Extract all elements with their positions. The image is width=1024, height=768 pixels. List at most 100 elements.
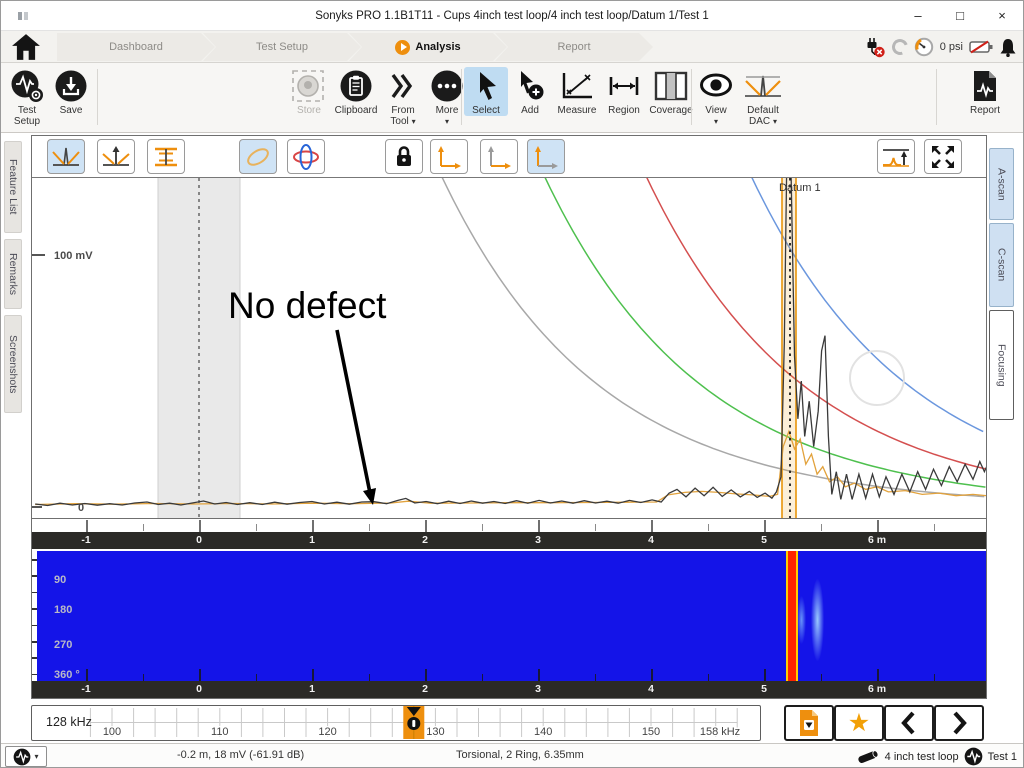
axis-tick	[143, 524, 144, 531]
test-setup-button[interactable]: Test Setup	[5, 67, 49, 127]
frequency-panel[interactable]: 128 kHz 100110120130140150158 kHz	[31, 705, 761, 741]
y-ref-label: 100 mV	[54, 250, 93, 262]
maximize-button[interactable]: □	[939, 1, 981, 31]
axis-tick	[199, 520, 201, 532]
breadcrumb-analysis[interactable]: Analysis	[349, 33, 507, 61]
loop-name: 4 inch test loop	[885, 751, 959, 763]
battery-disabled-icon[interactable]	[969, 40, 993, 54]
trace-selector-dropdown[interactable]: ▾	[5, 746, 47, 767]
fullscreen-button[interactable]	[924, 139, 962, 174]
ellipse-view-button[interactable]	[239, 139, 277, 174]
breadcrumb-label: Dashboard	[109, 41, 163, 53]
view-eye-icon	[698, 69, 734, 103]
axis-tick	[651, 520, 653, 532]
default-dac-icon	[743, 69, 783, 103]
cscan-y-tick	[32, 608, 37, 610]
cscan-x-tick	[877, 669, 879, 681]
x-axis-label: 1	[309, 683, 315, 695]
breadcrumb-test-setup[interactable]: Test Setup	[203, 33, 361, 61]
x-axis-label: 4	[648, 534, 654, 546]
sidebar-tab-feature-list[interactable]: Feature List	[4, 141, 22, 233]
close-button[interactable]: ×	[981, 1, 1023, 31]
frequency-ruler[interactable]: 100110120130140150158 kHz	[32, 706, 759, 739]
cscan-x-axis-bar: -10123456 m	[32, 681, 986, 698]
more-button[interactable]: More▾	[425, 67, 469, 127]
axis-tick	[312, 520, 314, 532]
threshold-lines-button[interactable]	[147, 139, 185, 174]
previous-button[interactable]	[884, 705, 934, 741]
sidebar-tab-remarks[interactable]: Remarks	[4, 239, 22, 309]
clipboard-button[interactable]: Clipboard	[331, 67, 381, 116]
add-label: Add	[521, 105, 539, 116]
breadcrumb-dashboard[interactable]: Dashboard	[57, 33, 215, 61]
ellipse-icon	[243, 144, 273, 170]
home-icon[interactable]	[7, 32, 45, 62]
store-button[interactable]: Store	[287, 67, 331, 116]
favorite-button[interactable]: ★	[834, 705, 884, 741]
report-button[interactable]: Report	[963, 67, 1007, 116]
peak-tracking-button[interactable]	[877, 139, 915, 174]
cscan-x-tick	[595, 674, 596, 681]
dac-scale-button[interactable]	[97, 139, 135, 174]
toolbar-separator	[97, 69, 98, 125]
freq-tick-label: 130	[426, 726, 444, 738]
orbit-view-button[interactable]	[287, 139, 325, 174]
tab-a-scan[interactable]: A-scan	[989, 148, 1014, 220]
toolbar-group-view: View▾ Default DAC ▾	[694, 67, 788, 127]
pressure-gauge-icon[interactable]	[914, 37, 934, 57]
select-label: Select	[472, 105, 500, 116]
sidebar-tab-screenshots[interactable]: Screenshots	[4, 315, 22, 413]
add-feature-button[interactable]: Add	[508, 67, 552, 116]
toolbar-group-file: Test Setup Save	[5, 67, 93, 127]
cscan-x-tick	[821, 674, 822, 681]
frequency-row: 128 kHz 100110120130140150158 kHz ★	[1, 703, 1023, 743]
breadcrumb-report[interactable]: Report	[495, 33, 653, 61]
dropdown-caret-icon: ▾	[773, 117, 777, 126]
axes-x-button[interactable]	[480, 139, 518, 174]
wave-config-readout: Torsional, 2 Ring, 6.35mm	[456, 749, 584, 761]
coverage-button[interactable]: Coverage	[646, 67, 696, 116]
minimize-button[interactable]: –	[897, 1, 939, 31]
axes-y-button[interactable]	[527, 139, 565, 174]
cscan-x-tick	[312, 669, 314, 681]
more-icon	[430, 69, 464, 103]
axis-tick	[86, 520, 88, 532]
ascan-plot[interactable]: 100 mV 0 Datum 1 No defect	[32, 178, 986, 518]
x-axis-label: 6 m	[868, 534, 886, 546]
sync-spinner-icon	[889, 36, 910, 57]
axes-both-button[interactable]	[430, 139, 468, 174]
cscan-heatmap[interactable]: 90180270360 °	[32, 551, 986, 681]
toolbar-group-select: Select Add Measure	[464, 67, 696, 116]
status-bar: ▾ -0.2 m, 18 mV (-61.91 dB) Torsional, 2…	[1, 743, 1023, 768]
tab-c-scan[interactable]: C-scan	[989, 223, 1014, 307]
show-dac-curves-button[interactable]	[47, 139, 85, 174]
cscan-y-tick	[32, 575, 37, 577]
save-label: Save	[60, 105, 83, 116]
from-tool-button[interactable]: From Tool ▾	[381, 67, 425, 127]
view-menu-button[interactable]: View▾	[694, 67, 738, 127]
next-button[interactable]	[934, 705, 984, 741]
save-button[interactable]: Save	[49, 67, 93, 116]
select-tool-button[interactable]: Select	[464, 67, 508, 116]
freq-tick-label: 110	[211, 726, 229, 738]
analysis-panel: 100 mV 0 Datum 1 No defect -10123456 m 9…	[31, 135, 987, 699]
axis-tick	[708, 524, 709, 531]
default-dac-button[interactable]: Default DAC ▾	[738, 67, 788, 127]
orbit-icon	[291, 143, 321, 171]
measure-tool-button[interactable]: Measure	[552, 67, 602, 116]
context-readout: 4 inch test loop Test 1	[856, 746, 1017, 767]
breadcrumb-label: Test Setup	[256, 41, 308, 53]
lock-button[interactable]	[385, 139, 423, 174]
axis-tick	[425, 520, 427, 532]
tab-focusing[interactable]: Focusing	[989, 310, 1014, 420]
toolbar-separator	[461, 69, 462, 125]
threshold-lines-icon	[151, 144, 181, 170]
star-icon: ★	[848, 711, 870, 736]
notifications-bell-icon[interactable]	[999, 37, 1017, 57]
region-tool-button[interactable]: Region	[602, 67, 646, 116]
export-scan-button[interactable]	[784, 705, 834, 741]
region-icon	[606, 69, 642, 103]
probe-disconnected-icon[interactable]	[864, 36, 886, 58]
screenshots-label: Screenshots	[7, 335, 19, 393]
pressure-readout: 0 psi	[940, 41, 963, 53]
